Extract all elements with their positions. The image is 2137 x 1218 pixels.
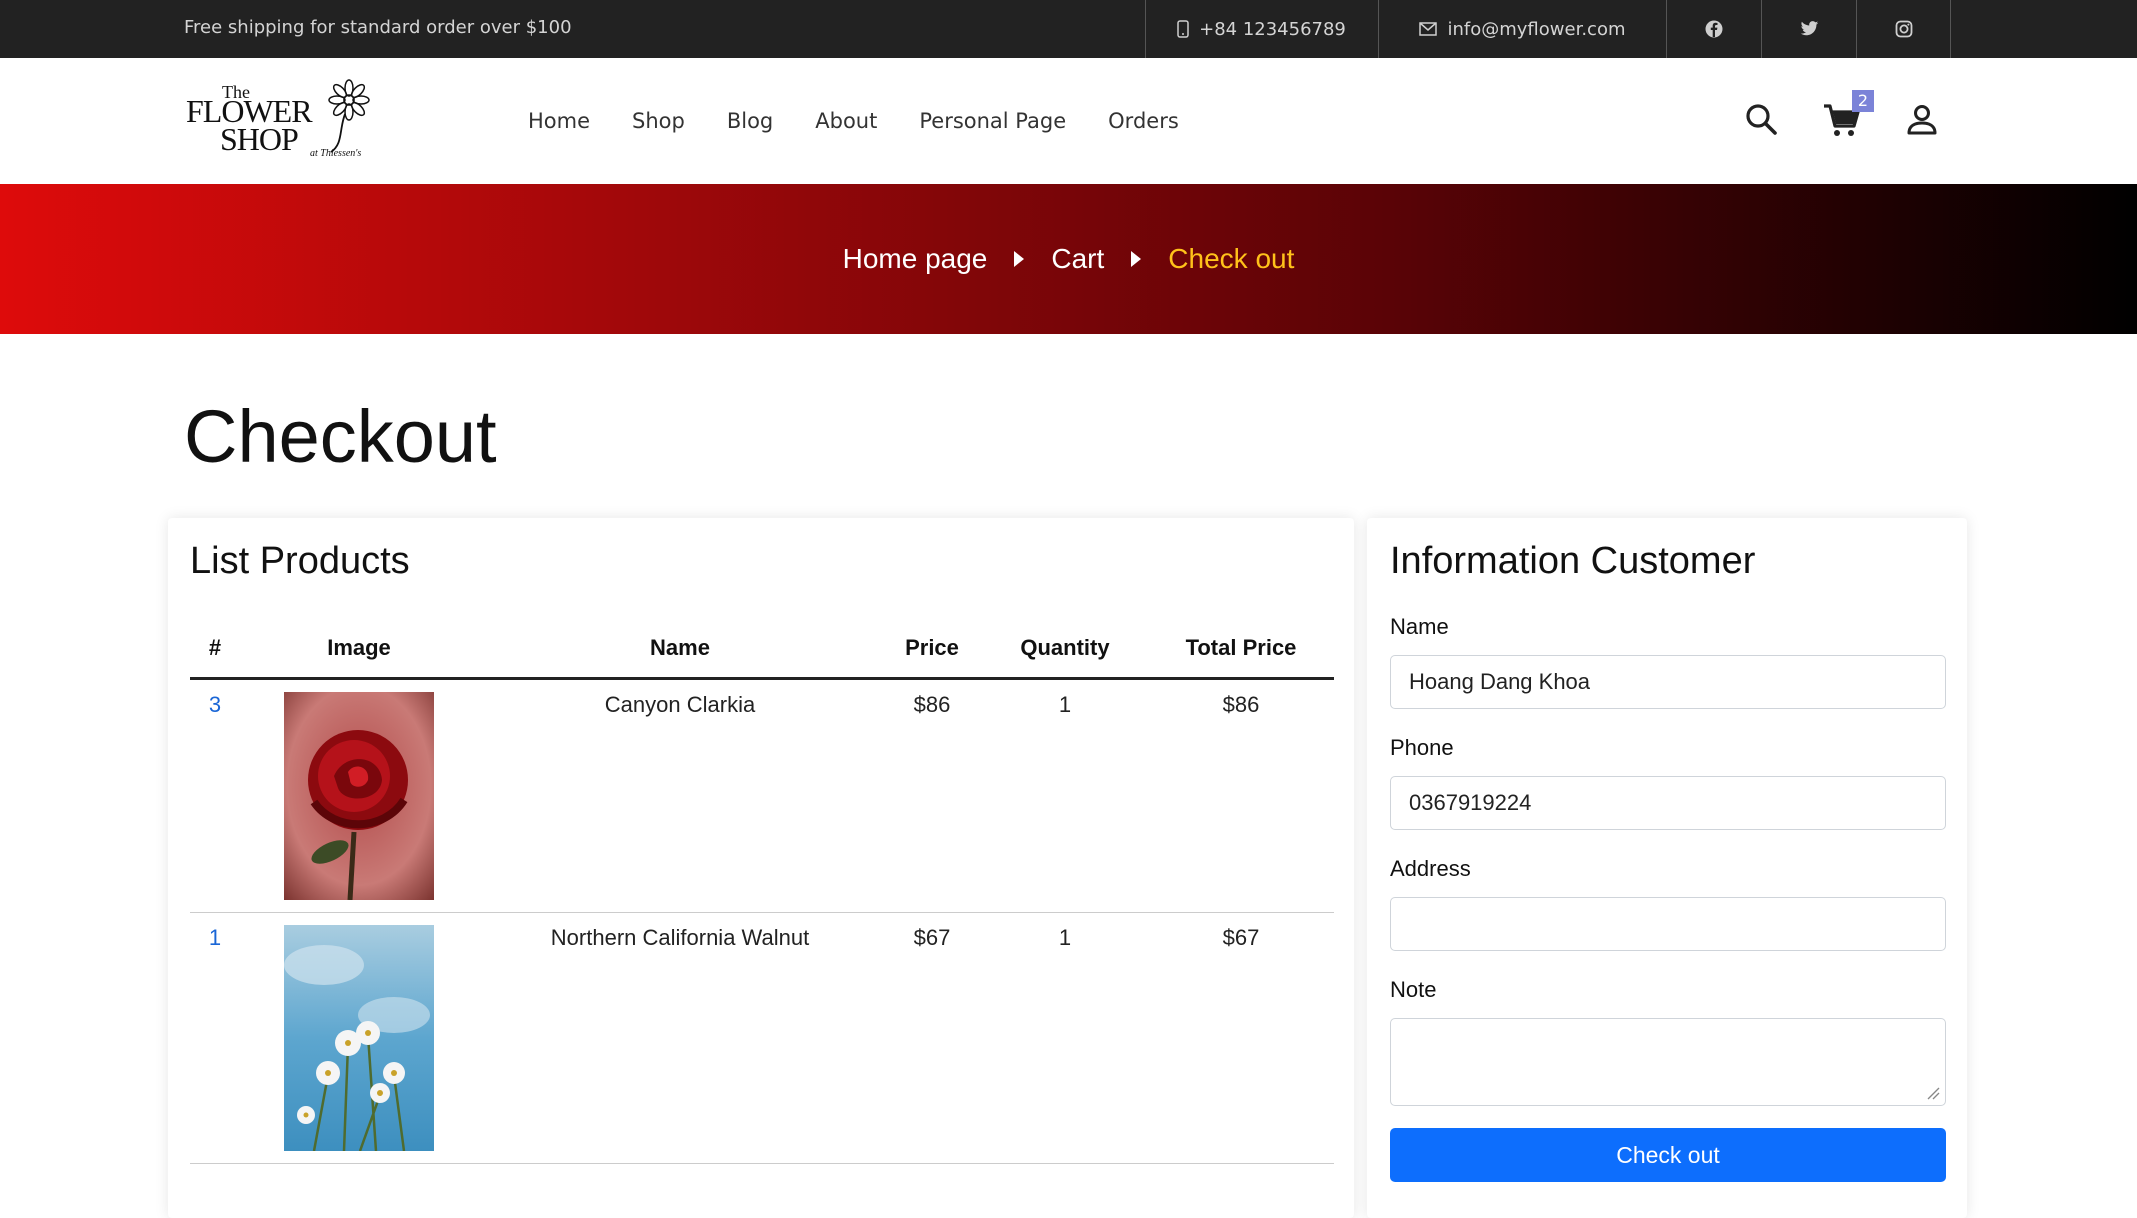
user-account-icon[interactable] [1900, 98, 1944, 147]
page-title: Checkout [184, 395, 497, 478]
phone-icon [1177, 20, 1189, 38]
address-field[interactable] [1390, 897, 1946, 951]
nav-shop[interactable]: Shop [632, 103, 685, 139]
column-header-total-price: Total Price [1148, 620, 1334, 680]
row-image-cell [240, 678, 478, 913]
breadcrumb-home[interactable]: Home page [843, 243, 988, 275]
row-index[interactable]: 3 [190, 678, 240, 913]
nav-about[interactable]: About [815, 103, 877, 139]
facebook-icon [1705, 20, 1723, 38]
logo-daisy-icon [328, 79, 370, 153]
note-field[interactable] [1390, 1018, 1946, 1106]
nav-blog[interactable]: Blog [727, 103, 773, 139]
email-contact[interactable]: info@myflower.com [1378, 0, 1666, 58]
name-field[interactable] [1390, 655, 1946, 709]
nav-personal-page[interactable]: Personal Page [919, 103, 1066, 139]
phone-number: +84 123456789 [1199, 18, 1346, 40]
top-bar: Free shipping for standard order over $1… [0, 0, 2137, 58]
row-quantity: 1 [982, 912, 1148, 1164]
row-price: $86 [882, 678, 982, 913]
checkout-button[interactable]: Check out [1390, 1128, 1946, 1182]
breadcrumb-cart[interactable]: Cart [1051, 243, 1104, 275]
mail-icon [1419, 22, 1438, 36]
flower-shop-logo[interactable]: The FLOWER SHOP at Thiessen's [184, 78, 380, 160]
facebook-link[interactable] [1666, 0, 1761, 58]
cart-count-badge: 2 [1852, 90, 1874, 112]
instagram-link[interactable] [1856, 0, 1951, 58]
row-quantity: 1 [982, 678, 1148, 913]
red-rose-image [284, 691, 434, 900]
column-header-image: Image [240, 620, 478, 680]
caret-right-icon [1013, 243, 1025, 275]
search-icon[interactable] [1740, 98, 1784, 147]
note-label: Note [1390, 977, 1437, 1002]
name-label: Name [1390, 614, 1449, 639]
email-address: info@myflower.com [1447, 18, 1626, 40]
instagram-icon [1895, 20, 1913, 38]
caret-right-icon [1130, 243, 1142, 275]
customer-info-heading: Information Customer [1390, 540, 1756, 582]
shipping-notice: Free shipping for standard order over $1… [184, 17, 572, 38]
product-list-heading: List Products [190, 540, 410, 582]
breadcrumb-checkout: Check out [1168, 243, 1295, 274]
column-header-quantity: Quantity [982, 620, 1148, 680]
table-row: 1 Northern California Walnut $67 1 $67 [190, 912, 1334, 1164]
nav-orders[interactable]: Orders [1108, 103, 1179, 139]
row-name: Northern California Walnut [478, 912, 882, 1164]
phone-field[interactable] [1390, 776, 1946, 830]
row-price: $67 [882, 912, 982, 1164]
row-total: $67 [1148, 912, 1334, 1164]
table-header-row: # Image Name Price Quantity Total Price [190, 620, 1334, 680]
table-row: 3 Canyon Clarkia $86 1 $86 [190, 678, 1334, 913]
product-table: # Image Name Price Quantity Total Price … [190, 620, 1334, 1164]
twitter-icon [1800, 21, 1819, 37]
row-image-cell [240, 912, 478, 1164]
breadcrumb: Home page Cart Check out [0, 184, 2137, 334]
nav-home[interactable]: Home [528, 103, 590, 139]
address-label: Address [1390, 856, 1471, 881]
row-name: Canyon Clarkia [478, 678, 882, 913]
main-nav: Home Shop Blog About Personal Page Order… [528, 103, 1221, 139]
resize-handle-icon[interactable] [1926, 1086, 1940, 1105]
twitter-link[interactable] [1761, 0, 1856, 58]
white-cosmos-image [284, 924, 434, 1151]
row-index[interactable]: 1 [190, 912, 240, 1164]
logo-tagline: at Thiessen's [310, 148, 361, 159]
phone-label: Phone [1390, 735, 1454, 760]
column-header-price: Price [882, 620, 982, 680]
logo-shop: SHOP [220, 121, 298, 157]
column-header-name: Name [478, 620, 882, 680]
column-header-index: # [190, 620, 240, 680]
phone-contact[interactable]: +84 123456789 [1145, 0, 1377, 58]
row-total: $86 [1148, 678, 1334, 913]
